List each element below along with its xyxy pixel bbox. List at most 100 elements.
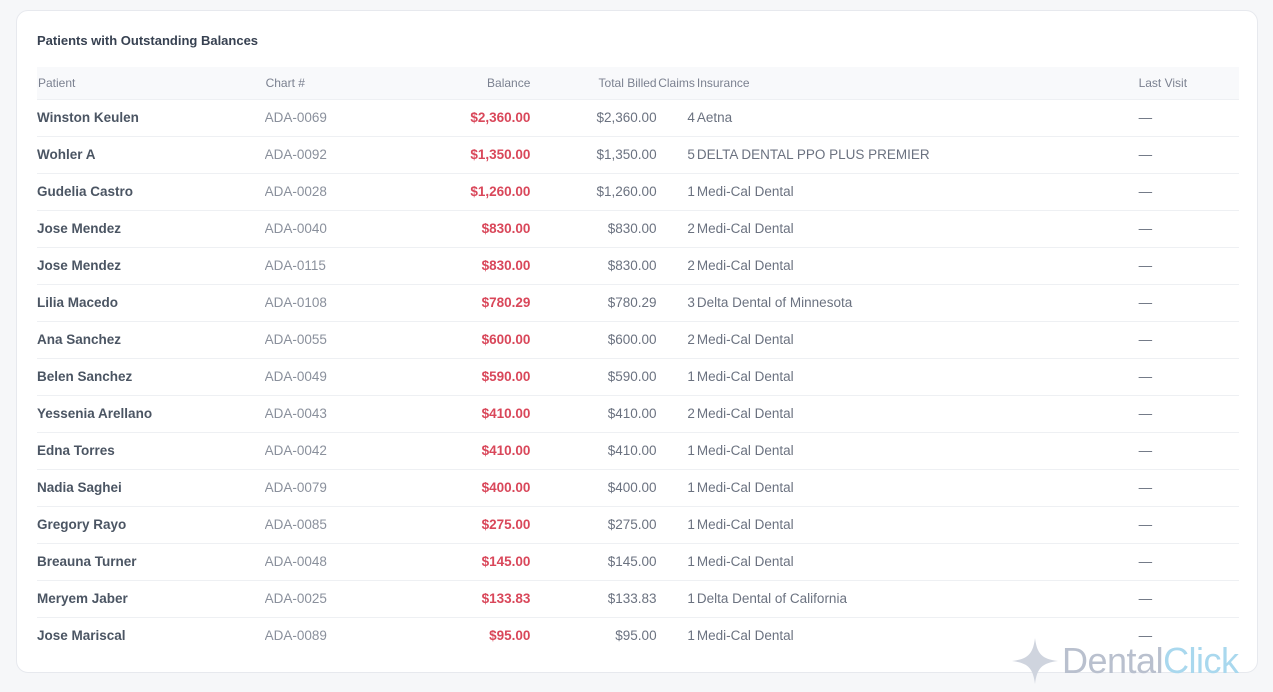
last-visit-cell: — <box>1137 395 1239 433</box>
total-billed-cell: $2,360.00 <box>530 99 657 137</box>
insurance-cell: DELTA DENTAL PPO PLUS PREMIER <box>695 136 1138 174</box>
table-header-row: Patient Chart # Balance Total Billed Cla… <box>37 67 1239 100</box>
total-billed-cell: $145.00 <box>530 543 657 581</box>
claims-count-cell: 3 <box>656 284 696 322</box>
claims-count-cell: 2 <box>656 321 696 359</box>
table-row[interactable]: Nadia Saghei ADA-0079 $400.00 $400.00 1 Medi-… <box>37 469 1239 507</box>
column-header-total-billed[interactable]: Total Billed <box>530 67 657 100</box>
claims-count-cell: 1 <box>656 469 696 507</box>
chart-number-cell: ADA-0069 <box>264 99 389 137</box>
patient-name-cell: Jose Mendez <box>37 210 265 248</box>
insurance-cell: Medi-Cal Dental <box>695 321 1138 359</box>
patient-name-cell: Jose Mendez <box>37 247 265 285</box>
table-row[interactable]: Breauna Turner ADA-0048 $145.00 $145.00 1 Med… <box>37 543 1239 581</box>
balance-cell: $275.00 <box>388 506 531 544</box>
patient-name-cell: Edna Torres <box>37 432 265 470</box>
chart-number-cell: ADA-0055 <box>264 321 389 359</box>
balance-cell: $830.00 <box>388 210 531 248</box>
insurance-cell: Medi-Cal Dental <box>695 432 1138 470</box>
total-billed-cell: $1,260.00 <box>530 173 657 211</box>
balance-cell: $600.00 <box>388 321 531 359</box>
column-header-claims[interactable]: Claims <box>656 67 696 100</box>
insurance-cell: Medi-Cal Dental <box>695 210 1138 248</box>
table-row[interactable]: Winston Keulen ADA-0069 $2,360.00 $2,360.00… <box>37 99 1239 137</box>
chart-number-cell: ADA-0028 <box>264 173 389 211</box>
table-row[interactable]: Jose Mendez ADA-0040 $830.00 $830.00 2 Medi-C… <box>37 210 1239 248</box>
chart-number-cell: ADA-0025 <box>264 580 389 618</box>
balance-cell: $145.00 <box>388 543 531 581</box>
column-header-chart[interactable]: Chart # <box>264 67 389 100</box>
balance-cell: $1,260.00 <box>388 173 531 211</box>
claims-count-cell: 1 <box>656 173 696 211</box>
table-row[interactable]: Gudelia Castro ADA-0028 $1,260.00 $1,260.00… <box>37 173 1239 211</box>
chart-number-cell: ADA-0048 <box>264 543 389 581</box>
table-row[interactable]: Belen Sanchez ADA-0049 $590.00 $590.00 1 Medi… <box>37 358 1239 396</box>
column-header-insurance[interactable]: Insurance <box>695 67 1138 100</box>
claims-count-cell: 5 <box>656 136 696 174</box>
last-visit-cell: — <box>1137 247 1239 285</box>
patient-name-cell: Yessenia Arellano <box>37 395 265 433</box>
insurance-cell: Medi-Cal Dental <box>695 358 1138 396</box>
table-row[interactable]: Edna Torres ADA-0042 $410.00 $410.00 1 Medi-C… <box>37 432 1239 470</box>
chart-number-cell: ADA-0079 <box>264 469 389 507</box>
last-visit-cell: — <box>1137 506 1239 544</box>
balances-table: Patient Chart # Balance Total Billed Cla… <box>37 67 1239 654</box>
patient-name-cell: Lilia Macedo <box>37 284 265 322</box>
claims-count-cell: 1 <box>656 358 696 396</box>
claims-count-cell: 2 <box>656 247 696 285</box>
table-row[interactable]: Meryem Jaber ADA-0025 $133.83 $133.83 1 Delta… <box>37 580 1239 618</box>
chart-number-cell: ADA-0040 <box>264 210 389 248</box>
insurance-cell: Delta Dental of Minnesota <box>695 284 1138 322</box>
insurance-cell: Medi-Cal Dental <box>695 395 1138 433</box>
total-billed-cell: $410.00 <box>530 395 657 433</box>
last-visit-cell: — <box>1137 432 1239 470</box>
dentalclick-watermark: DentalClick <box>1010 636 1265 686</box>
column-header-last-visit[interactable]: Last Visit <box>1137 67 1239 100</box>
table-row[interactable]: Ana Sanchez ADA-0055 $600.00 $600.00 2 Medi-C… <box>37 321 1239 359</box>
total-billed-cell: $830.00 <box>530 247 657 285</box>
patient-name-cell: Gudelia Castro <box>37 173 265 211</box>
column-header-balance[interactable]: Balance <box>388 67 531 100</box>
chart-number-cell: ADA-0042 <box>264 432 389 470</box>
patient-name-cell: Wohler A <box>37 136 265 174</box>
total-billed-cell: $1,350.00 <box>530 136 657 174</box>
claims-count-cell: 4 <box>656 99 696 137</box>
table-row[interactable]: Lilia Macedo ADA-0108 $780.29 $780.29 3 Delta… <box>37 284 1239 322</box>
balance-cell: $590.00 <box>388 358 531 396</box>
total-billed-cell: $410.00 <box>530 432 657 470</box>
insurance-cell: Medi-Cal Dental <box>695 506 1138 544</box>
insurance-cell: Delta Dental of California <box>695 580 1138 618</box>
chart-number-cell: ADA-0049 <box>264 358 389 396</box>
patient-name-cell: Ana Sanchez <box>37 321 265 359</box>
column-header-patient[interactable]: Patient <box>37 67 265 100</box>
table-row[interactable]: Jose Mendez ADA-0115 $830.00 $830.00 2 Medi-C… <box>37 247 1239 285</box>
balance-cell: $410.00 <box>388 395 531 433</box>
balance-cell: $133.83 <box>388 580 531 618</box>
chart-number-cell: ADA-0092 <box>264 136 389 174</box>
last-visit-cell: — <box>1137 358 1239 396</box>
total-billed-cell: $600.00 <box>530 321 657 359</box>
total-billed-cell: $780.29 <box>530 284 657 322</box>
claims-count-cell: 1 <box>656 543 696 581</box>
claims-count-cell: 1 <box>687 628 695 644</box>
patient-name-cell: Meryem Jaber <box>37 580 265 618</box>
watermark-text-click: Click <box>1163 640 1239 681</box>
outstanding-balances-panel: Patients with Outstanding Balances Patie… <box>16 10 1258 673</box>
table-row[interactable]: Yessenia Arellano ADA-0043 $410.00 $410.00 2… <box>37 395 1239 433</box>
balance-cell: $1,350.00 <box>388 136 531 174</box>
balance-cell: $2,360.00 <box>388 99 531 137</box>
balance-cell: $95.00 <box>489 628 531 644</box>
table-row[interactable]: Wohler A ADA-0092 $1,350.00 $1,350.00 5 DELTA… <box>37 136 1239 174</box>
balance-cell: $780.29 <box>388 284 531 322</box>
last-visit-cell: — <box>1137 580 1239 618</box>
patient-name-cell: Gregory Rayo <box>37 506 265 544</box>
claims-count-cell: 1 <box>656 580 696 618</box>
table-row[interactable]: Gregory Rayo ADA-0085 $275.00 $275.00 1 Medi-… <box>37 506 1239 544</box>
total-billed-cell: $590.00 <box>530 358 657 396</box>
insurance-cell: Medi-Cal Dental <box>695 469 1138 507</box>
balance-cell: $410.00 <box>388 432 531 470</box>
claims-count-cell: 1 <box>656 506 696 544</box>
patient-name-cell: Belen Sanchez <box>37 358 265 396</box>
watermark-text: DentalClick <box>1062 640 1239 682</box>
patient-name-cell: Jose Mariscal <box>37 628 126 644</box>
